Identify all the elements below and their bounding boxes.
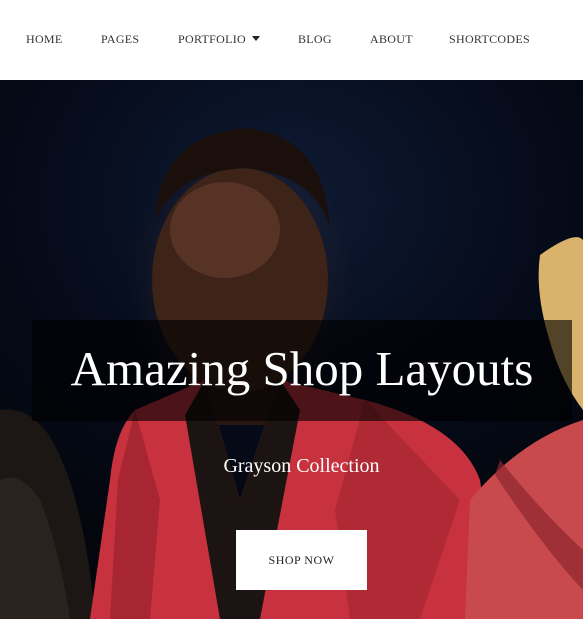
top-navigation: HOME PAGES PORTFOLIO BLOG ABOUT SHORTCOD… xyxy=(0,0,583,80)
shop-now-button[interactable]: SHOP NOW xyxy=(236,530,367,590)
nav-item-portfolio[interactable]: PORTFOLIO xyxy=(178,31,260,47)
nav-item-portfolio-label: PORTFOLIO xyxy=(178,32,246,46)
nav-item-home[interactable]: HOME xyxy=(26,31,63,47)
right-model-red-lace xyxy=(465,420,583,619)
caret-down-icon xyxy=(252,36,260,41)
hero-title: Amazing Shop Layouts xyxy=(70,341,534,396)
nav-item-pages[interactable]: PAGES xyxy=(101,31,139,47)
hero-subtitle: Grayson Collection xyxy=(223,455,380,477)
nav-item-about[interactable]: ABOUT xyxy=(370,31,413,47)
nav-item-blog[interactable]: BLOG xyxy=(298,31,332,47)
nav-item-shortcodes[interactable]: SHORTCODES xyxy=(449,31,530,47)
center-model-forehead-highlight xyxy=(170,182,280,278)
hero-banner: Amazing Shop Layouts Grayson Collection … xyxy=(0,80,583,619)
